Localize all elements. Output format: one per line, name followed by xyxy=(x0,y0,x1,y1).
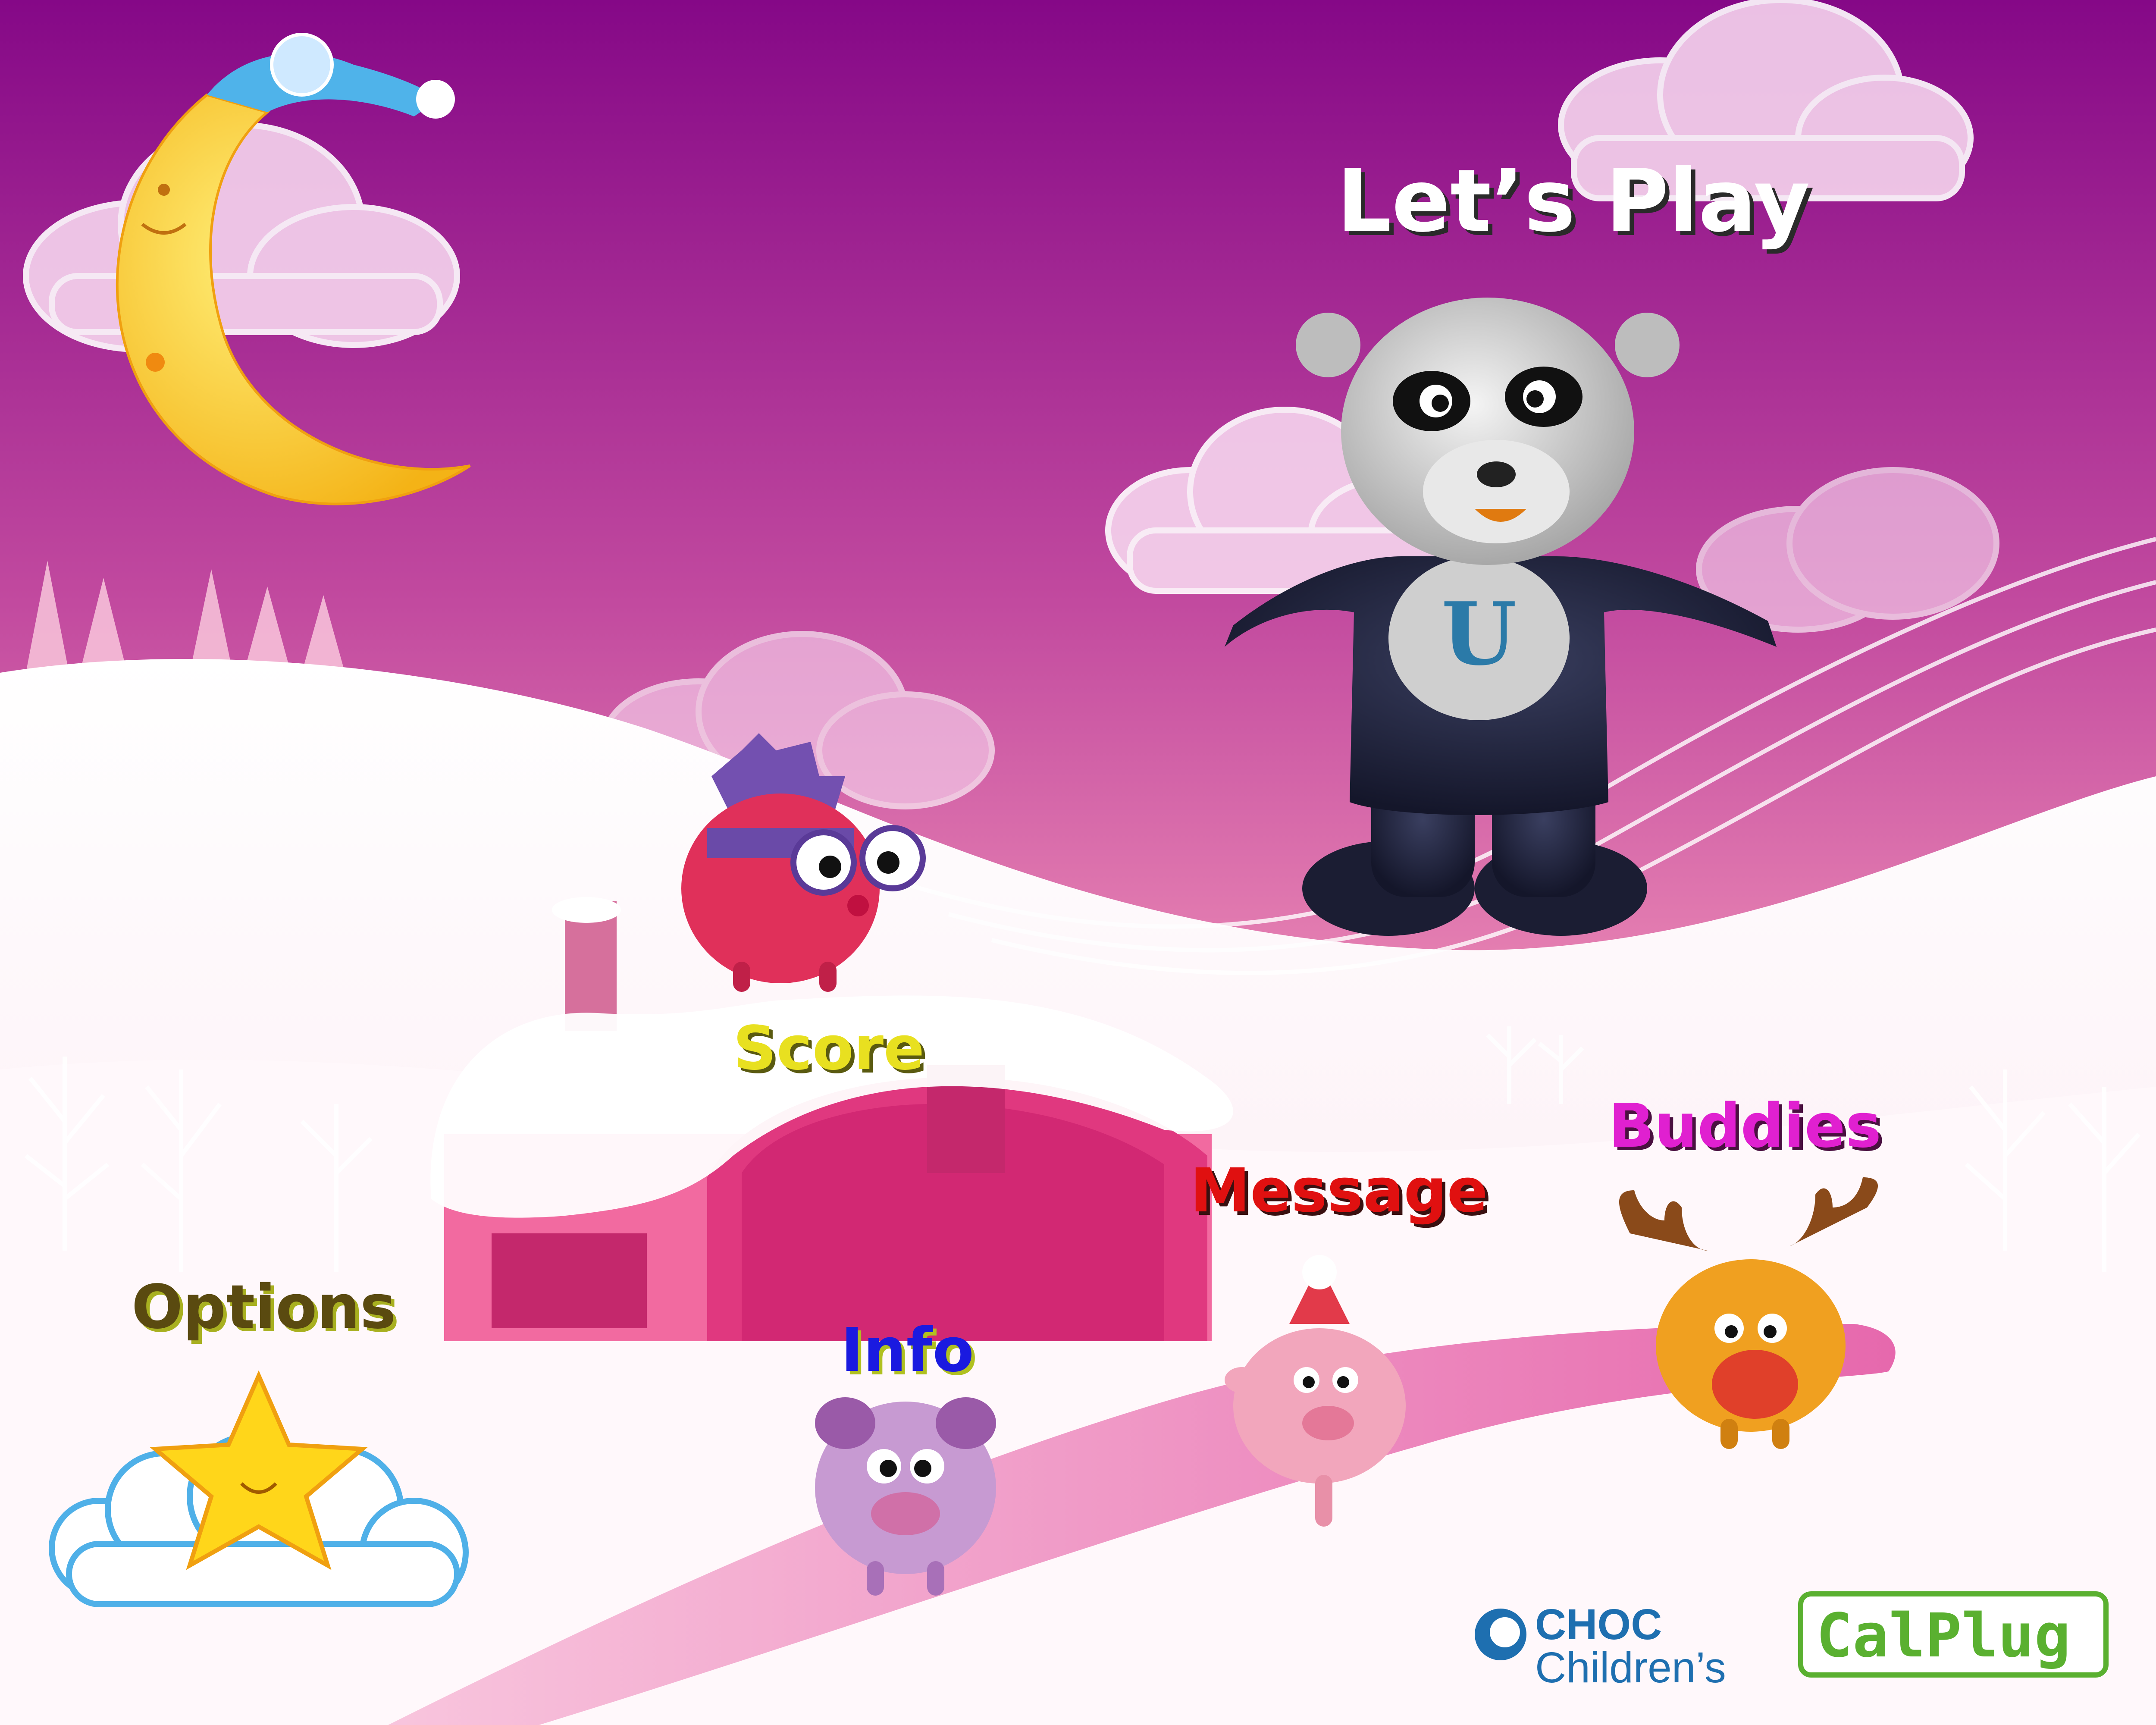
game-scene: U xyxy=(0,0,2156,1725)
options-button[interactable]: Options xyxy=(132,1272,396,1342)
svg-text:U: U xyxy=(1442,583,1517,685)
choc-bear-icon xyxy=(1475,1609,1526,1660)
message-button[interactable]: Message xyxy=(1190,1156,1488,1226)
calplug-logo: CalPlug xyxy=(1798,1591,2109,1678)
info-button[interactable]: Info xyxy=(841,1315,974,1386)
calplug-logo-text: CalPlug xyxy=(1816,1601,2071,1671)
lets-play-button[interactable]: Let’s Play xyxy=(1337,151,1810,251)
score-button[interactable]: Score xyxy=(733,1013,924,1084)
choc-childrens-logo: CHOC Children’s xyxy=(1470,1596,1764,1692)
buddies-button[interactable]: Buddies xyxy=(1608,1091,1881,1161)
childrens-logo-text: Children’s xyxy=(1535,1643,1726,1692)
choc-logo-text: CHOC xyxy=(1535,1600,1662,1649)
